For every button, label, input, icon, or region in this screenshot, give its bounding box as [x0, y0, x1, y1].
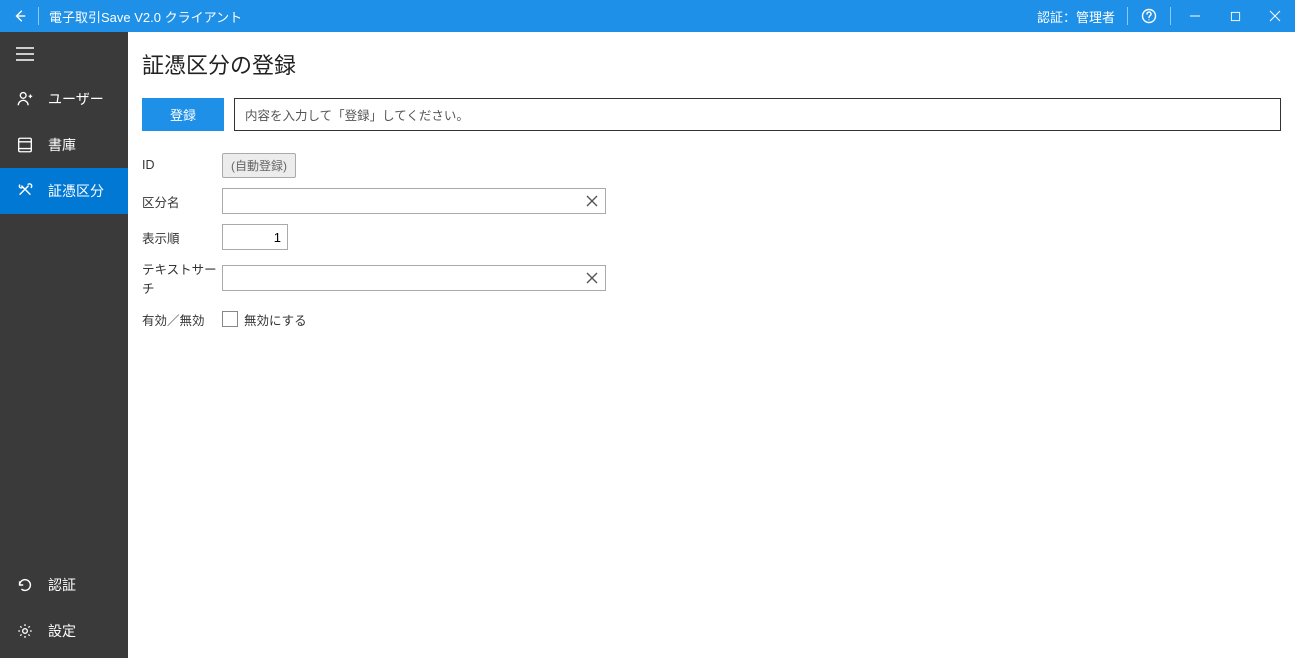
- hamburger-button[interactable]: [0, 32, 128, 76]
- sidebar-item-library[interactable]: 書庫: [0, 122, 128, 168]
- sidebar-item-label: 設定: [48, 621, 76, 641]
- order-input[interactable]: [222, 224, 288, 250]
- gear-icon: [16, 622, 38, 640]
- message-box: 内容を入力して「登録」してください。: [234, 98, 1281, 131]
- help-icon: [1141, 8, 1157, 24]
- form: ID (自動登録) 区分名 表示順 テキストサーチ: [142, 151, 1281, 333]
- text-search-input[interactable]: [222, 265, 606, 291]
- sidebar-item-voucher-class[interactable]: 証憑区分: [0, 168, 128, 214]
- clear-name-button[interactable]: [582, 191, 602, 211]
- sidebar-item-label: ユーザー: [48, 89, 104, 109]
- tools-icon: [16, 182, 38, 200]
- clear-text-search-button[interactable]: [582, 268, 602, 288]
- sidebar-item-label: 認証: [48, 575, 76, 595]
- close-icon: [1269, 10, 1281, 22]
- sidebar-item-label: 書庫: [48, 135, 76, 155]
- text-search-label: テキストサーチ: [142, 259, 222, 297]
- app-title: 電子取引Save V2.0 クライアント: [49, 7, 242, 26]
- titlebar-divider: [38, 7, 39, 25]
- titlebar-divider-2: [1127, 7, 1128, 25]
- refresh-icon: [16, 576, 38, 594]
- title-bar: 電子取引Save V2.0 クライアント 認証：管理者: [0, 0, 1295, 32]
- help-button[interactable]: [1132, 0, 1166, 32]
- x-icon: [586, 272, 598, 284]
- sidebar-item-auth[interactable]: 認証: [0, 562, 128, 608]
- sidebar: ユーザー 書庫 証憑区分: [0, 32, 128, 658]
- register-button[interactable]: 登録: [142, 98, 224, 131]
- enabled-label: 有効／無効: [142, 310, 222, 329]
- hamburger-icon: [16, 47, 34, 61]
- auth-label: 認証：管理者: [1029, 7, 1123, 26]
- id-auto-badge: (自動登録): [222, 153, 296, 178]
- maximize-button[interactable]: [1215, 0, 1255, 32]
- minimize-icon: [1189, 10, 1201, 22]
- x-icon: [586, 195, 598, 207]
- back-button[interactable]: [6, 0, 34, 32]
- disable-checkbox-label: 無効にする: [244, 310, 307, 329]
- main-content: 証憑区分の登録 登録 内容を入力して「登録」してください。 ID (自動登録) …: [128, 32, 1295, 658]
- name-label: 区分名: [142, 192, 222, 211]
- page-title: 証憑区分の登録: [142, 48, 1281, 80]
- disable-checkbox[interactable]: [222, 311, 238, 327]
- book-icon: [16, 136, 38, 154]
- arrow-left-icon: [13, 9, 27, 23]
- name-input[interactable]: [222, 188, 606, 214]
- maximize-icon: [1230, 11, 1241, 22]
- sidebar-item-settings[interactable]: 設定: [0, 608, 128, 654]
- sidebar-item-user[interactable]: ユーザー: [0, 76, 128, 122]
- user-icon: [16, 90, 38, 108]
- close-button[interactable]: [1255, 0, 1295, 32]
- id-label: ID: [142, 158, 222, 172]
- titlebar-divider-3: [1170, 7, 1171, 25]
- order-label: 表示順: [142, 228, 222, 247]
- sidebar-item-label: 証憑区分: [48, 181, 104, 201]
- minimize-button[interactable]: [1175, 0, 1215, 32]
